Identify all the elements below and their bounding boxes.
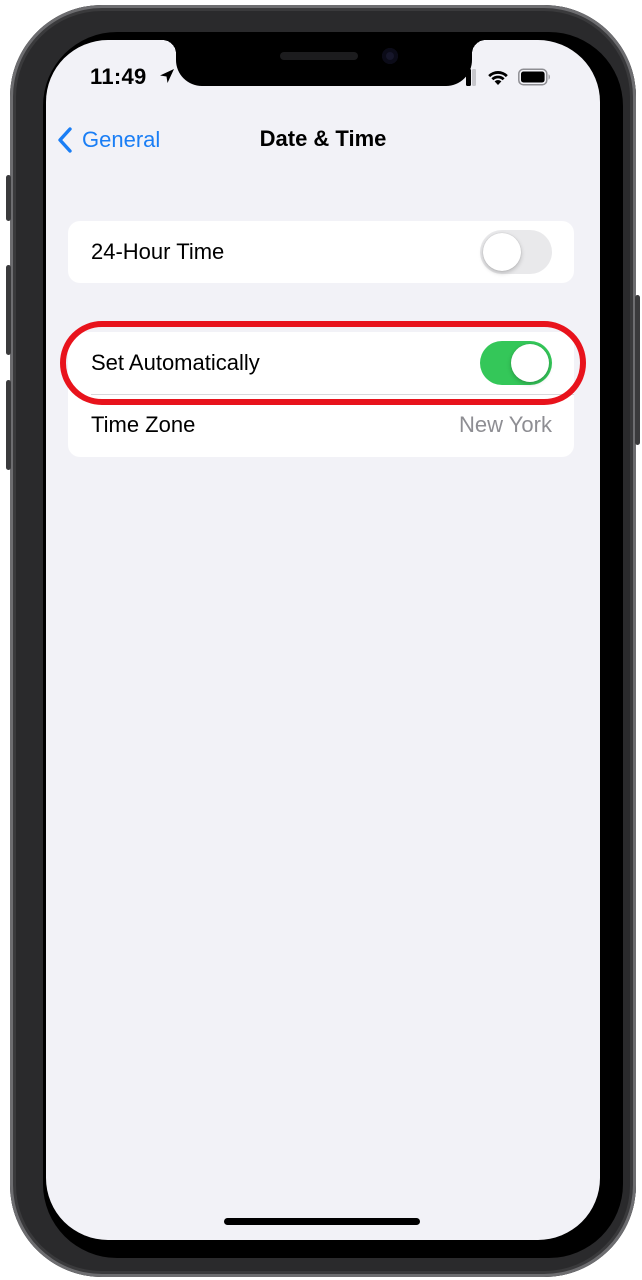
mute-switch xyxy=(6,175,11,221)
row-label: Time Zone xyxy=(91,412,196,437)
volume-up-button xyxy=(6,265,11,355)
battery-icon xyxy=(518,68,550,86)
earpiece-speaker xyxy=(280,52,358,60)
front-camera xyxy=(382,48,398,64)
page-title: Date & Time xyxy=(259,126,387,151)
cellular-signal-icon xyxy=(466,69,476,86)
notch xyxy=(162,40,486,86)
side-button xyxy=(635,295,640,445)
toggle-set-automatically[interactable] xyxy=(480,341,552,385)
status-time: 11:49 xyxy=(90,64,147,89)
row-label: 24-Hour Time xyxy=(91,239,225,264)
settings-group-time-format: 24-Hour Time xyxy=(68,221,574,283)
toggle-24-hour-time[interactable] xyxy=(480,230,552,274)
home-indicator xyxy=(224,1218,420,1225)
row-time-zone[interactable]: Time Zone New York xyxy=(68,394,574,456)
screen: 11:49 General Date & Time 24-Hour Time S… xyxy=(46,40,600,1240)
time-zone-value: New York xyxy=(459,412,552,437)
volume-down-button xyxy=(6,380,11,470)
settings-group-automatic: Set Automatically Time Zone New York xyxy=(68,332,574,457)
row-24-hour-time: 24-Hour Time xyxy=(68,221,574,283)
location-arrow-icon xyxy=(160,69,174,83)
toggle-knob xyxy=(483,233,521,271)
page: 11:49 General Date & Time 24-Hour Time S… xyxy=(0,0,642,1280)
wifi-icon xyxy=(488,71,508,85)
row-set-automatically: Set Automatically xyxy=(68,332,574,394)
toggle-knob xyxy=(511,344,549,382)
row-label: Set Automatically xyxy=(91,350,260,375)
